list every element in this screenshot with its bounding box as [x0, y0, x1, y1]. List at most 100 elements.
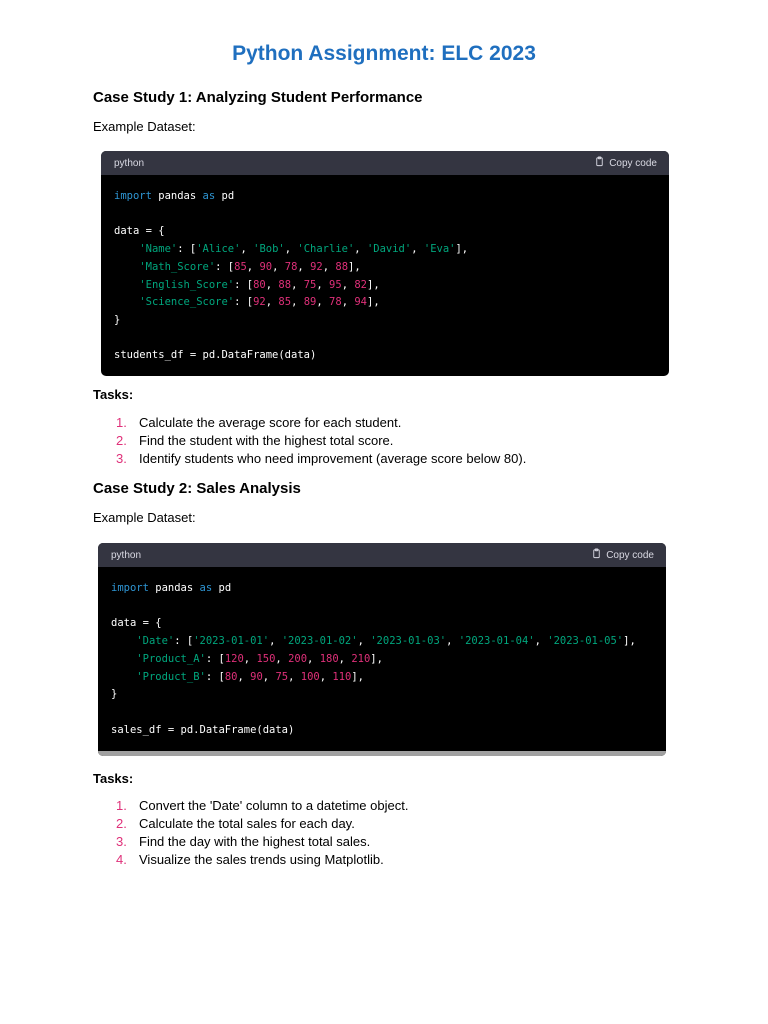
task-text: Visualize the sales trends using Matplot…	[139, 852, 384, 867]
code-text: ,	[319, 670, 333, 683]
case-study-2-heading: Case Study 2: Sales Analysis	[93, 480, 301, 497]
code-string: 'Product_A'	[136, 652, 206, 665]
code-body: import pandas as pd data = { 'Name': ['A…	[101, 175, 669, 375]
task-text: Identify students who need improvement (…	[139, 451, 527, 466]
code-text: pd	[215, 190, 235, 202]
case-study-1-dataset-label: Example Dataset:	[93, 119, 196, 134]
code-text: ,	[446, 635, 459, 648]
code-text: ,	[316, 296, 330, 309]
task-number: 3.	[116, 451, 127, 466]
code-text: ,	[291, 278, 304, 291]
code-text: : [	[234, 296, 254, 309]
code-language-label: python	[111, 549, 142, 561]
code-text: ],	[455, 243, 469, 256]
task-number: 1.	[116, 798, 127, 813]
code-text: ,	[338, 652, 352, 665]
copy-code-button[interactable]: Copy code	[591, 548, 654, 562]
code-number: 80	[224, 670, 238, 683]
code-number: 89	[303, 296, 317, 309]
code-line: import pandas as pd	[111, 582, 231, 594]
code-string: 'Eva'	[423, 243, 456, 256]
code-number: 75	[275, 670, 289, 683]
code-text: ,	[341, 278, 355, 291]
code-string: 'Bob'	[253, 243, 285, 256]
code-text: ,	[354, 243, 367, 256]
code-string: '2023-01-02'	[281, 635, 358, 648]
code-body: import pandas as pd data = { 'Date': ['2…	[98, 567, 666, 749]
code-text: ,	[284, 243, 298, 256]
task-number: 1.	[116, 415, 127, 430]
code-text: sales_df = pd.DataFrame(data)	[111, 723, 295, 736]
code-string: 'Date'	[136, 635, 175, 648]
code-text: : [	[234, 278, 254, 291]
task-item: 3. Find the day with the highest total sa…	[93, 833, 408, 851]
code-block-1: python Copy code import pandas as pd dat…	[101, 151, 669, 376]
copy-code-button[interactable]: Copy code	[594, 156, 657, 170]
code-text: ,	[262, 670, 276, 683]
task-item: 1. Convert the 'Date' column to a datetim…	[93, 797, 408, 815]
code-text: ,	[534, 635, 548, 648]
code-text: ,	[297, 260, 311, 273]
code-string: 'David'	[366, 243, 412, 256]
code-number: 110	[332, 670, 352, 683]
code-number: 82	[354, 278, 367, 291]
code-text: ,	[272, 260, 285, 273]
code-text: data = {	[111, 617, 162, 630]
code-text: ,	[240, 243, 254, 256]
code-string: 'Name'	[139, 243, 178, 256]
code-text: ],	[367, 296, 380, 309]
code-line: 'Math_Score': [85, 90, 78, 92, 88],	[114, 260, 360, 273]
code-text: ,	[243, 652, 257, 665]
code-text: ,	[291, 296, 304, 309]
code-block-1-header: python Copy code	[101, 151, 669, 175]
task-number: 2.	[116, 816, 127, 831]
code-line: students_df = pd.DataFrame(data)	[114, 349, 316, 361]
code-string: 'Math_Score'	[139, 260, 216, 273]
code-line: 'Name': ['Alice', 'Bob', 'Charlie', 'Dav…	[114, 243, 468, 255]
code-text: ,	[269, 635, 282, 648]
code-string: '2023-01-05'	[547, 635, 624, 648]
code-line: 'Date': ['2023-01-01', '2023-01-02', '20…	[111, 635, 635, 648]
code-string: '2023-01-01'	[193, 635, 270, 648]
code-string: 'Product_B'	[136, 670, 206, 683]
code-text: }	[114, 313, 121, 326]
code-text: pandas	[151, 190, 203, 202]
code-number: 75	[303, 278, 317, 291]
task-item: 3. Identify students who need improvement…	[93, 450, 526, 468]
code-text: pd	[212, 582, 232, 594]
code-text: ,	[322, 260, 336, 273]
code-text: data = {	[114, 225, 165, 238]
code-text: ,	[275, 652, 289, 665]
code-text: ],	[367, 278, 380, 291]
code-number: 90	[250, 670, 263, 683]
task-text: Find the student with the highest total …	[139, 433, 394, 448]
code-text: : [	[174, 635, 194, 648]
code-number: 78	[329, 296, 342, 309]
code-number: 88	[335, 260, 349, 273]
code-text: ,	[288, 670, 301, 683]
code-line: }	[114, 314, 120, 326]
code-text: pandas	[148, 582, 200, 594]
code-number: 85	[278, 296, 292, 309]
case-study-1-tasks-label: Tasks:	[93, 387, 134, 402]
task-text: Find the day with the highest total sale…	[139, 834, 371, 849]
code-line: 'English_Score': [80, 88, 75, 95, 82],	[114, 278, 380, 291]
code-line: data = {	[111, 617, 162, 629]
code-text: ,	[411, 243, 424, 256]
code-line: 'Science_Score': [92, 85, 89, 78, 94],	[114, 296, 380, 309]
code-text: : [	[215, 260, 235, 273]
code-text: ,	[246, 260, 260, 273]
task-number: 4.	[116, 852, 127, 867]
code-string: 'Charlie'	[297, 243, 355, 256]
code-text: ,	[265, 278, 279, 291]
horizontal-scrollbar[interactable]	[98, 751, 666, 756]
task-number: 3.	[116, 834, 127, 849]
code-string: '2023-01-04'	[458, 635, 535, 648]
clipboard-icon	[591, 548, 602, 562]
